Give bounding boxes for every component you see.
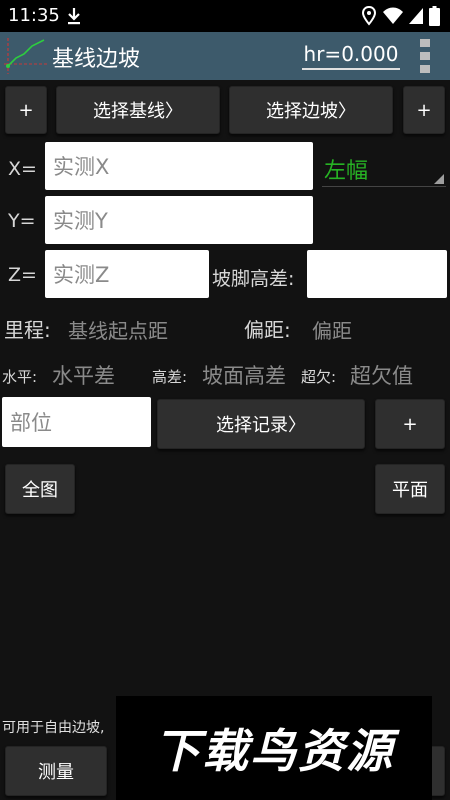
horizontal-value: 水平差: [52, 364, 115, 388]
y-label: Y=: [8, 210, 36, 232]
app-title: 基线边坡: [52, 47, 141, 72]
plane-view-button[interactable]: 平面: [375, 464, 445, 514]
signal-icon: [409, 8, 423, 24]
offset-label: 偏距:: [244, 318, 291, 342]
y-input[interactable]: 实测Y: [45, 196, 313, 244]
z-label: Z=: [8, 264, 37, 286]
watermark-text: 下载鸟资源: [154, 724, 394, 778]
select-record-button[interactable]: 选择记录〉: [157, 399, 365, 449]
mileage-label: 里程:: [4, 318, 51, 342]
add-record-button[interactable]: +: [375, 399, 445, 449]
app-logo-icon: [4, 38, 48, 74]
add-slope-button[interactable]: +: [403, 86, 445, 134]
download-icon: [68, 8, 80, 25]
over-under-label: 超欠:: [301, 368, 337, 386]
height-diff-label: 高差:: [152, 368, 188, 386]
toe-height-label: 坡脚高差:: [212, 268, 295, 290]
x-label: X=: [8, 158, 37, 180]
select-baseline-button[interactable]: 选择基线〉: [56, 86, 220, 134]
footer-hint: 可用于自由边坡,: [2, 720, 105, 736]
select-slope-button[interactable]: 选择边坡〉: [229, 86, 393, 134]
wifi-icon: [383, 7, 403, 24]
add-baseline-button[interactable]: +: [5, 86, 47, 134]
part-input[interactable]: 部位: [2, 397, 151, 447]
measure-button[interactable]: 测量: [5, 746, 107, 796]
over-under-value: 超欠值: [350, 364, 413, 388]
status-time: 11:35: [8, 5, 60, 26]
battery-icon: [429, 6, 440, 26]
offset-value: 偏距: [312, 319, 352, 343]
toe-height-input[interactable]: [307, 250, 447, 298]
overflow-menu-icon[interactable]: [418, 38, 432, 74]
watermark-banner: 下载鸟资源: [116, 696, 432, 800]
full-view-button[interactable]: 全图: [5, 464, 75, 514]
mileage-value: 基线起点距: [68, 319, 168, 343]
height-diff-value: 坡面高差: [202, 364, 286, 388]
hr-value-field[interactable]: hr=0.000: [302, 42, 400, 70]
side-spinner-value: 左幅: [324, 159, 369, 184]
x-input[interactable]: 实测X: [45, 142, 313, 190]
z-input[interactable]: 实测Z: [45, 250, 209, 298]
side-spinner[interactable]: 左幅: [322, 145, 446, 187]
horizontal-label: 水平:: [2, 368, 38, 386]
spinner-arrow-icon: [434, 174, 444, 184]
location-icon: [362, 6, 376, 26]
